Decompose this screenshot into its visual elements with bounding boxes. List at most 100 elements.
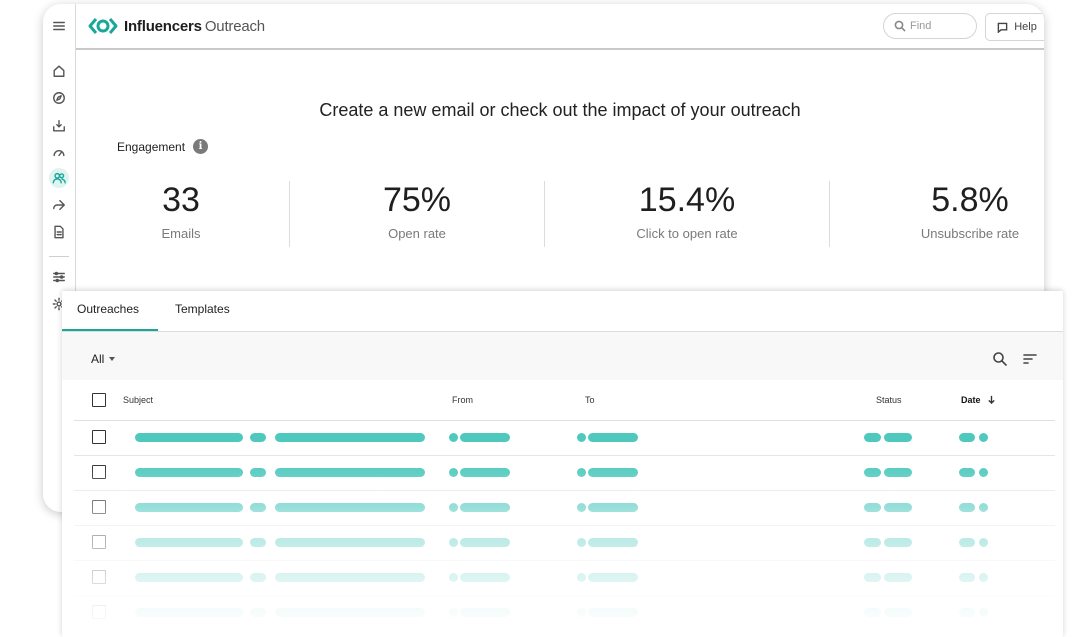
- filter-value: All: [91, 352, 105, 366]
- placeholder-bar: [460, 538, 510, 547]
- placeholder-bar: [449, 503, 458, 512]
- placeholder-bar: [135, 503, 243, 512]
- compass-icon[interactable]: [49, 88, 69, 108]
- row-checkbox[interactable]: [92, 605, 106, 619]
- placeholder-bar: [449, 433, 458, 442]
- placeholder-bar: [588, 608, 638, 617]
- placeholder-bar: [979, 573, 988, 582]
- active-tab-indicator: [62, 329, 158, 331]
- stat-divider: [544, 181, 545, 247]
- tab-outreaches[interactable]: Outreaches: [77, 302, 139, 316]
- arrow-down-icon: [987, 395, 995, 405]
- sidebar-divider: [49, 256, 69, 257]
- outreach-panel: Outreaches Templates All Subject From To…: [62, 291, 1063, 637]
- search-icon: [894, 20, 906, 32]
- column-status[interactable]: Status: [876, 395, 902, 405]
- placeholder-bar: [577, 608, 586, 617]
- placeholder-bar: [577, 433, 586, 442]
- stat-divider: [289, 181, 290, 247]
- placeholder-bar: [250, 468, 266, 477]
- tab-templates[interactable]: Templates: [175, 302, 230, 316]
- help-label: Help: [1014, 21, 1037, 33]
- row-checkbox[interactable]: [92, 465, 106, 479]
- placeholder-bar: [959, 538, 975, 547]
- placeholder-bar: [884, 468, 912, 477]
- placeholder-bar: [275, 608, 425, 617]
- placeholder-bar: [864, 503, 881, 512]
- stat-value: 15.4%: [638, 181, 736, 219]
- filter-bar: All: [62, 332, 1063, 380]
- table-row[interactable]: [74, 490, 1055, 526]
- stat-open-rate: 75% Open rate: [342, 180, 492, 241]
- gauge-icon[interactable]: [49, 142, 69, 162]
- placeholder-bar: [135, 433, 243, 442]
- search-icon[interactable]: [992, 351, 1008, 367]
- users-icon[interactable]: [49, 168, 69, 188]
- table-row[interactable]: [74, 595, 1055, 631]
- placeholder-bar: [460, 433, 510, 442]
- share-arrow-icon[interactable]: [49, 195, 69, 215]
- column-to[interactable]: To: [585, 395, 595, 405]
- table-header: Subject From To Status Date: [74, 380, 1055, 421]
- stat-emails: 33 Emails: [106, 180, 256, 241]
- placeholder-bar: [884, 433, 912, 442]
- row-checkbox[interactable]: [92, 570, 106, 584]
- sort-icon[interactable]: [1022, 351, 1038, 367]
- placeholder-bar: [275, 468, 425, 477]
- placeholder-bar: [135, 608, 243, 617]
- info-icon[interactable]: i: [193, 139, 209, 154]
- table-row[interactable]: [74, 560, 1055, 596]
- placeholder-bar: [135, 573, 243, 582]
- brand[interactable]: Influencers Outreach: [88, 16, 265, 36]
- row-checkbox[interactable]: [92, 430, 106, 444]
- table-row[interactable]: [74, 455, 1055, 491]
- table-row[interactable]: [74, 420, 1055, 456]
- home-icon[interactable]: [49, 61, 69, 81]
- document-icon[interactable]: [49, 222, 69, 242]
- filter-dropdown[interactable]: All: [91, 352, 116, 366]
- inbox-download-icon[interactable]: [49, 116, 69, 136]
- column-date[interactable]: Date: [961, 395, 996, 405]
- placeholder-bar: [588, 573, 638, 582]
- placeholder-bar: [588, 503, 638, 512]
- table-row[interactable]: [74, 525, 1055, 561]
- placeholder-bar: [460, 573, 510, 582]
- placeholder-bar: [959, 433, 975, 442]
- row-checkbox[interactable]: [92, 535, 106, 549]
- placeholder-bar: [449, 608, 458, 617]
- placeholder-bar: [588, 468, 638, 477]
- placeholder-bar: [864, 433, 881, 442]
- placeholder-bar: [449, 573, 458, 582]
- tab-bar: Outreaches Templates: [62, 291, 1063, 332]
- column-subject[interactable]: Subject: [123, 395, 153, 405]
- placeholder-bar: [884, 503, 912, 512]
- placeholder-bar: [460, 468, 510, 477]
- placeholder-bar: [250, 608, 266, 617]
- help-button[interactable]: Help: [985, 13, 1044, 41]
- stat-unsubscribe-rate: 5.8% Unsubscribe rate: [885, 180, 1044, 241]
- placeholder-bar: [250, 433, 266, 442]
- search-input[interactable]: [910, 20, 970, 32]
- chevron-down-icon: [109, 357, 116, 361]
- stat-divider: [829, 181, 830, 247]
- column-from[interactable]: From: [452, 395, 473, 405]
- placeholder-bar: [959, 468, 975, 477]
- placeholder-bar: [979, 468, 988, 477]
- placeholder-bar: [250, 573, 266, 582]
- placeholder-bar: [979, 538, 988, 547]
- menu-icon[interactable]: [49, 16, 69, 36]
- placeholder-bar: [959, 573, 975, 582]
- stat-label: Open rate: [388, 226, 446, 241]
- placeholder-bar: [577, 503, 586, 512]
- search-box[interactable]: [883, 13, 977, 39]
- sliders-icon[interactable]: [49, 267, 69, 287]
- placeholder-bar: [979, 503, 988, 512]
- stat-label: Emails: [161, 226, 201, 241]
- brand-subtitle: Outreach: [204, 17, 265, 35]
- select-all-checkbox[interactable]: [92, 393, 106, 407]
- row-checkbox[interactable]: [92, 500, 106, 514]
- placeholder-bar: [588, 538, 638, 547]
- placeholder-bar: [449, 538, 458, 547]
- placeholder-bar: [275, 433, 425, 442]
- placeholder-bar: [135, 538, 243, 547]
